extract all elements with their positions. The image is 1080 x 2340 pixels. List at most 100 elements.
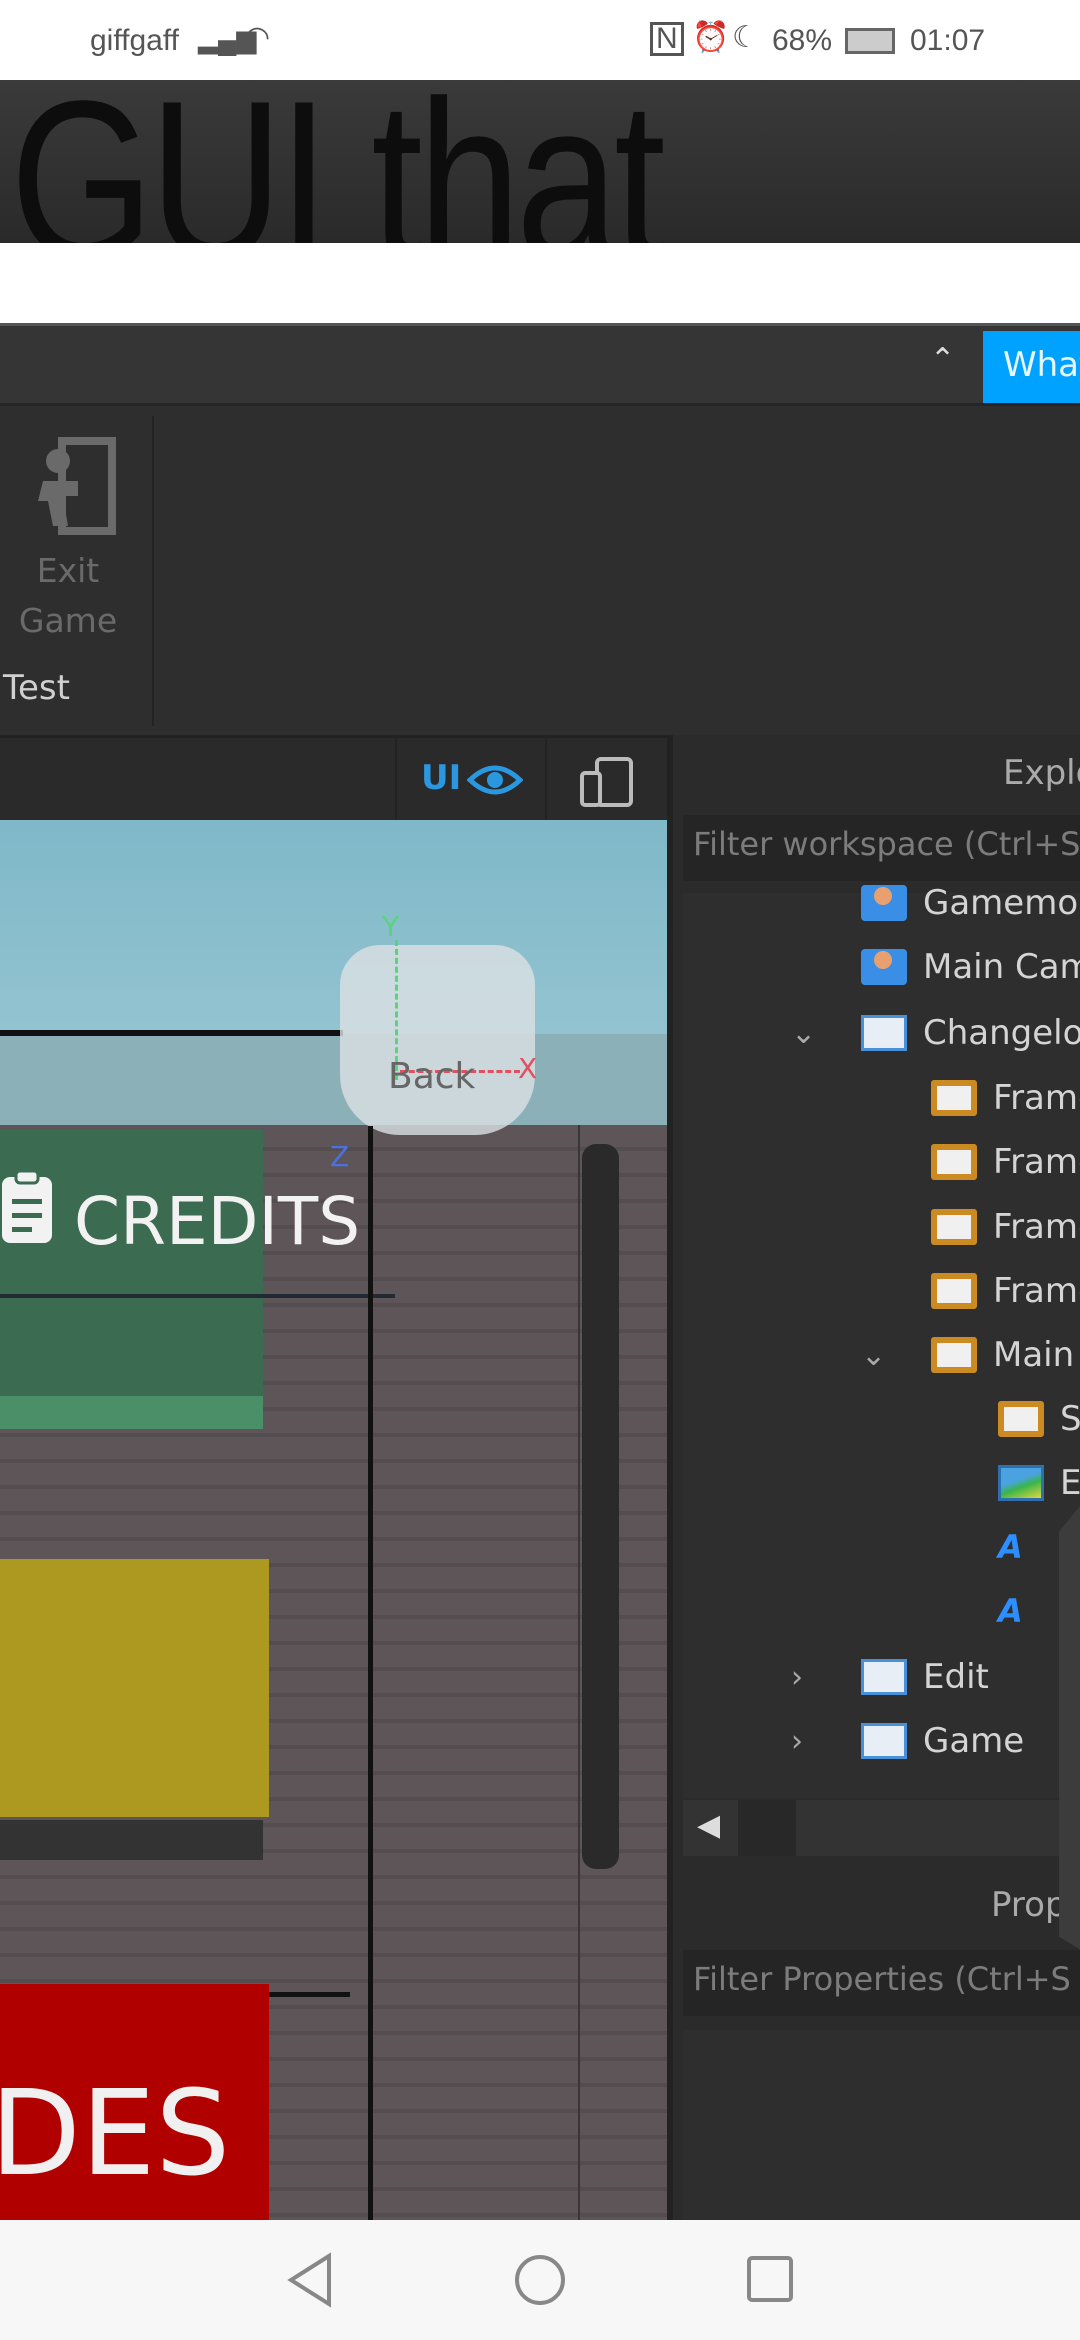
ribbon-group-label: Test <box>3 668 70 708</box>
tree-item[interactable]: Frame <box>931 1197 1080 1257</box>
banner-text: GUI that <box>10 80 666 243</box>
selected-part[interactable] <box>340 945 535 1135</box>
moon-icon: ☾ <box>732 21 759 54</box>
baseplate-horizon <box>0 1034 667 1125</box>
tree-item-label: Frame <box>993 1271 1080 1311</box>
frame-icon <box>931 1273 977 1309</box>
tree-item[interactable]: Se <box>998 1389 1080 1449</box>
tree-item-label: E <box>1060 1463 1080 1503</box>
exit-game-label-2: Game <box>18 601 118 640</box>
screengui-icon <box>861 1659 907 1695</box>
tree-item-label: Main Came <box>923 947 1080 987</box>
exit-game-button[interactable]: Exit Game <box>0 426 130 686</box>
studio-top-bar: ⌃ <box>0 323 1080 403</box>
tree-item[interactable]: › Edit <box>791 1647 989 1707</box>
collapse-ribbon-icon[interactable]: ⌃ <box>930 342 955 377</box>
frame-icon <box>931 1209 977 1245</box>
axis-y-label: Y <box>382 910 400 943</box>
tree-item[interactable]: ⌄ Changelog <box>791 1003 1080 1063</box>
android-nav-bar <box>0 2220 1080 2340</box>
ui-visibility-toggle[interactable]: UI <box>395 738 545 820</box>
screengui-icon <box>861 1015 907 1051</box>
alarm-icon: ⏰ <box>692 21 730 54</box>
chevron-down-icon[interactable]: ⌄ <box>861 1338 886 1373</box>
red-button[interactable]: DES <box>0 1984 269 2220</box>
tree-item-label: Gamemod <box>923 883 1080 923</box>
red-button-label: DES <box>0 2064 231 2202</box>
ui-line-vertical <box>368 1126 373 2220</box>
ui-line <box>0 1030 343 1036</box>
tree-item-label: Edit <box>923 1657 989 1697</box>
wifi-icon: ◠ <box>244 21 271 54</box>
gizmo-back-label: Back <box>388 1056 476 1097</box>
scrollbar-thumb[interactable] <box>738 1800 796 1856</box>
back-icon[interactable] <box>285 2252 335 2308</box>
spacer <box>0 243 1080 323</box>
eye-icon <box>467 765 523 795</box>
frame-icon <box>931 1337 977 1373</box>
explorer-title: Explo <box>1003 753 1080 793</box>
frame-icon <box>998 1401 1044 1437</box>
chevron-down-icon[interactable]: ⌄ <box>791 1016 816 1051</box>
tree-item-label: Frame <box>993 1078 1080 1118</box>
tree-item[interactable]: Frame <box>931 1132 1080 1192</box>
recents-icon[interactable] <box>745 2254 797 2306</box>
credits-label: CREDITS <box>74 1183 361 1260</box>
tree-item[interactable]: Frame <box>931 1068 1080 1128</box>
tree-item[interactable]: › Game <box>791 1711 1025 1771</box>
tree-item-label: Game <box>923 1721 1025 1761</box>
tree-item[interactable]: ⌄ Main <box>861 1325 1075 1385</box>
tree-item-label: Se <box>1060 1399 1080 1439</box>
exit-game-icon <box>38 437 116 535</box>
script-icon <box>861 949 907 985</box>
frame-icon <box>931 1080 977 1116</box>
script-icon <box>861 885 907 921</box>
viewport-toolbar: UI <box>0 735 667 820</box>
frame-icon <box>931 1144 977 1180</box>
home-icon[interactable] <box>512 2252 568 2308</box>
properties-filter-input[interactable]: Filter Properties (Ctrl+S <box>683 1950 1080 2016</box>
tree-item-label: Frame <box>993 1207 1080 1247</box>
tree-item[interactable]: Gamemod <box>861 873 1080 933</box>
credits-button[interactable]: CREDITS <box>0 1129 360 1429</box>
explorer-tree: Gamemod Main Came ⌄ Changelog Frame Frame Fram… <box>683 883 1080 1798</box>
viewport-3d[interactable]: Y X Z Back CREDITS DES <box>0 820 667 2220</box>
battery-icon <box>845 28 895 54</box>
yellow-button[interactable] <box>0 1559 269 1817</box>
whats-new-button[interactable]: What <box>983 331 1080 403</box>
axis-x-label: X <box>518 1052 538 1085</box>
ribbon: Exit Game Test <box>0 403 1080 735</box>
banner: GUI that <box>0 80 1080 243</box>
tree-item-label: Main <box>993 1335 1075 1375</box>
device-icon <box>580 757 633 807</box>
chevron-right-icon[interactable]: › <box>791 1724 803 1759</box>
tree-item-label: Frame <box>993 1142 1080 1182</box>
explorer-filter-input[interactable]: Filter workspace (Ctrl+S <box>683 815 1080 881</box>
status-bar: giffgaff ▂▄▆ ◠ N ⏰ ☾ 68% 01:07 <box>0 0 1080 80</box>
carrier: giffgaff <box>90 24 179 57</box>
tree-item-label: Changelog <box>923 1013 1080 1053</box>
properties-title: Prop <box>991 1885 1067 1925</box>
imagelabel-icon <box>998 1465 1044 1501</box>
ui-label: UI <box>421 758 462 798</box>
yellow-button-shadow <box>0 1820 263 1860</box>
explorer-horizontal-scrollbar[interactable]: ◀ <box>683 1800 1080 1856</box>
textlabel-icon: A <box>998 1592 1023 1630</box>
exit-game-label-1: Exit <box>36 551 100 590</box>
clipboard-icon <box>2 1169 52 1243</box>
properties-list <box>683 2030 1080 2220</box>
scroll-left-icon[interactable]: ◀ <box>697 1808 720 1843</box>
device-emulator-button[interactable] <box>545 738 667 820</box>
ui-line <box>0 1294 395 1298</box>
tree-item[interactable]: Frame <box>931 1261 1080 1321</box>
nfc-icon: N <box>650 22 684 56</box>
tree-item[interactable]: E <box>998 1453 1080 1513</box>
screengui-icon <box>861 1723 907 1759</box>
explorer-panel: Explo Filter workspace (Ctrl+S Gamemod Ma… <box>667 735 1080 2220</box>
ui-scrollbar[interactable] <box>582 1144 619 1869</box>
chevron-right-icon[interactable]: › <box>791 1660 803 1695</box>
drag-handle-overlay[interactable] <box>1059 1495 1080 1955</box>
ribbon-divider <box>152 416 154 726</box>
ui-line-vertical <box>578 1125 580 2220</box>
tree-item[interactable]: Main Came <box>861 937 1080 997</box>
